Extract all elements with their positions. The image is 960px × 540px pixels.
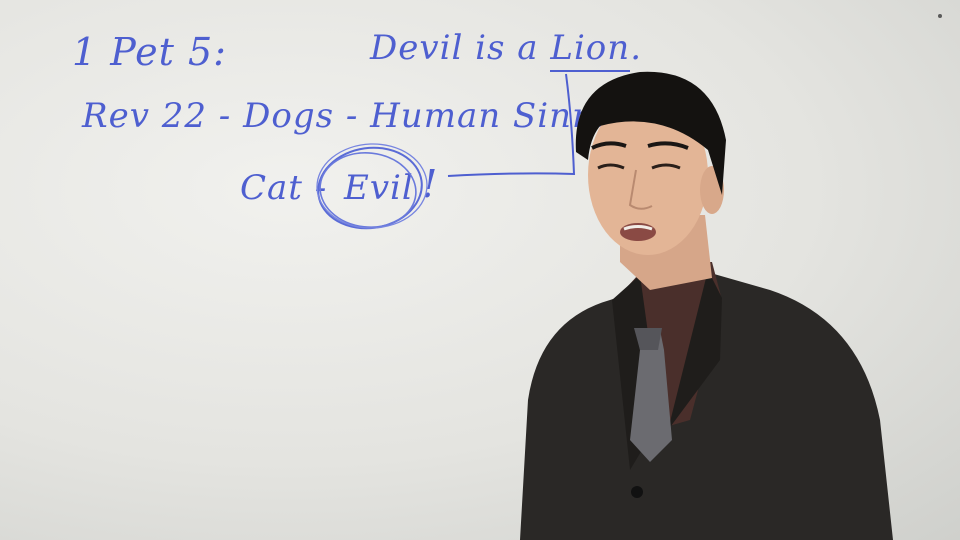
presenter-jacket-button [631, 486, 643, 498]
video-frame: 1 Pet 5: Devil is a Lion. Rev 22 - Dogs … [0, 0, 960, 540]
presenter-figure [520, 71, 893, 540]
